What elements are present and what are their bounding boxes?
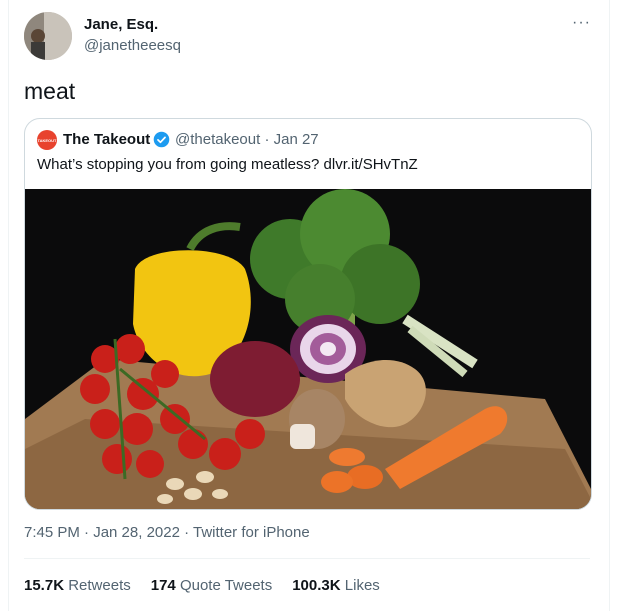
retweets-count: 15.7K (24, 577, 65, 594)
likes-label: Likes (344, 577, 380, 594)
quoted-tweet[interactable]: TAKEOUT The Takeout @thetakeout · Jan 27… (24, 118, 592, 510)
quote-tweets-stat[interactable]: 174 Quote Tweets (151, 577, 272, 594)
retweets-stat[interactable]: 15.7K Retweets (24, 577, 131, 594)
likes-stat[interactable]: 100.3K Likes (292, 577, 380, 594)
more-options-icon[interactable]: ··· (572, 14, 591, 32)
takeout-logo-icon[interactable]: TAKEOUT (37, 130, 57, 150)
engagement-stats: 15.7K Retweets 174 Quote Tweets 100.3K L… (24, 577, 400, 594)
quote-tweets-label: Quote Tweets (179, 577, 273, 594)
author-avatar[interactable] (24, 12, 72, 60)
tweet-timestamp[interactable]: 7:45 PM · Jan 28, 2022 · Twitter for iPh… (24, 524, 310, 541)
likes-count: 100.3K (292, 577, 341, 594)
quote-text: What’s stopping you from going meatless?… (37, 156, 418, 173)
author-handle[interactable]: @janetheeesq (84, 37, 181, 54)
retweets-label: Retweets (68, 577, 131, 594)
vegetables-photo[interactable] (25, 189, 591, 509)
verified-badge-icon (153, 131, 170, 148)
quote-tweets-count: 174 (150, 577, 176, 594)
quote-meta: @thetakeout · Jan 27 (175, 131, 319, 148)
quote-author-name[interactable]: The Takeout (63, 131, 150, 148)
divider (24, 558, 590, 559)
author-display-name[interactable]: Jane, Esq. (84, 16, 158, 33)
tweet-text: meat (24, 78, 76, 104)
